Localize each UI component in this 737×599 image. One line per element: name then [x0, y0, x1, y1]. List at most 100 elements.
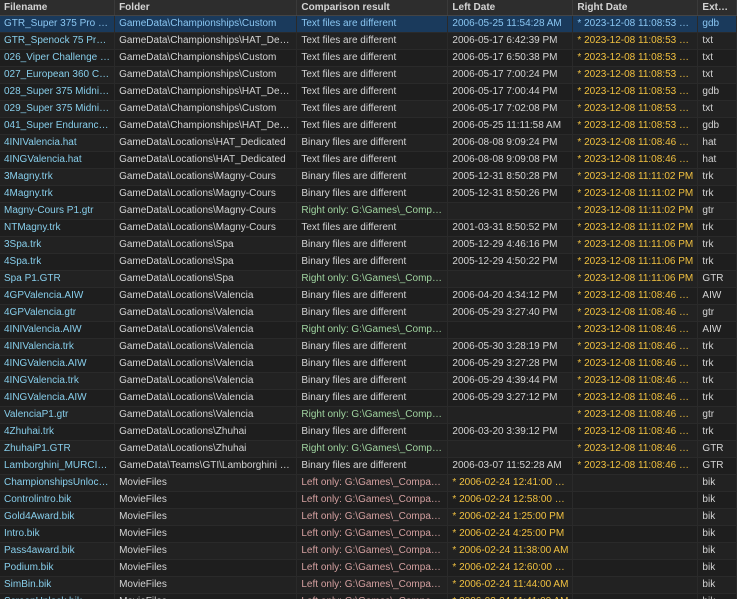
- table-row[interactable]: 4GPValencia.gtr GameData\Locations\Valen…: [0, 305, 737, 322]
- cell-ext: hat: [698, 152, 737, 169]
- cell-folder: GameData\Locations\Magny-Cours: [115, 186, 297, 203]
- cell-comparison: Text files are different: [297, 33, 448, 50]
- cell-folder: GameData\Locations\Valencia: [115, 373, 297, 390]
- table-row[interactable]: Podium.bik MovieFiles Left only: G:\Game…: [0, 560, 737, 577]
- cell-filename: 4GPValencia.gtr: [0, 305, 115, 322]
- cell-rightdate: * 2023-12-08 11:08:53 PM: [573, 50, 698, 67]
- cell-ext: hat: [698, 135, 737, 152]
- cell-leftdate: [448, 441, 573, 458]
- cell-comparison: Right only: G:\Games\_Compare_\GTR2-Stea…: [297, 407, 448, 424]
- cell-filename: SimBin.bik: [0, 577, 115, 594]
- cell-filename: 027_European 360 Champions Cup.txt: [0, 67, 115, 84]
- cell-folder: GameData\Championships\HAT_Dedicated: [115, 33, 297, 50]
- table-row[interactable]: 4INGValencia.AIW GameData\Locations\Vale…: [0, 356, 737, 373]
- col-header-filename[interactable]: Filename: [0, 0, 115, 16]
- table-row[interactable]: Controlintro.bik MovieFiles Left only: G…: [0, 492, 737, 509]
- cell-leftdate: 2006-03-20 3:39:12 PM: [448, 424, 573, 441]
- cell-rightdate: * 2023-12-08 11:11:02 PM: [573, 203, 698, 220]
- table-row[interactable]: 028_Super 375 Midnight Oil.gdb GameData\…: [0, 84, 737, 101]
- table-row[interactable]: NTMagny.trk GameData\Locations\Magny-Cou…: [0, 220, 737, 237]
- cell-folder: GameData\Locations\Zhuhai: [115, 424, 297, 441]
- cell-comparison: Binary files are different: [297, 135, 448, 152]
- table-row[interactable]: 041_Super Endurance Drivers Champ.gdb Ga…: [0, 118, 737, 135]
- cell-rightdate: * 2023-12-08 11:08:53 PM: [573, 84, 698, 101]
- table-row[interactable]: GTR_Spenock 75 Pro Cup.txt GameData\Cham…: [0, 33, 737, 50]
- cell-rightdate: * 2023-12-08 11:08:46 PM: [573, 356, 698, 373]
- cell-filename: Spa P1.GTR: [0, 271, 115, 288]
- table-row[interactable]: 3Spa.trk GameData\Locations\Spa Binary f…: [0, 237, 737, 254]
- cell-ext: trk: [698, 237, 737, 254]
- cell-leftdate: [448, 271, 573, 288]
- table-row[interactable]: 4INGValencia.AIW GameData\Locations\Vale…: [0, 390, 737, 407]
- table-row[interactable]: 4INGValencia.hat GameData\Locations\HAT_…: [0, 152, 737, 169]
- cell-folder: GameData\Locations\Spa: [115, 271, 297, 288]
- cell-rightdate: * 2023-12-08 11:08:53 PM: [573, 101, 698, 118]
- table-row[interactable]: 026_Viper Challenge Masters Cup.txt Game…: [0, 50, 737, 67]
- table-row[interactable]: 027_European 360 Champions Cup.txt GameD…: [0, 67, 737, 84]
- table-row[interactable]: Intro.bik MovieFiles Left only: G:\Games…: [0, 526, 737, 543]
- cell-comparison: Left only: G:\Games\_Compare_\GTR2-DVD-E…: [297, 577, 448, 594]
- table-row[interactable]: ZhuhaiP1.GTR GameData\Locations\Zhuhai R…: [0, 441, 737, 458]
- cell-rightdate: * 2023-12-08 11:08:46 PM: [573, 441, 698, 458]
- cell-ext: trk: [698, 424, 737, 441]
- cell-comparison: Text files are different: [297, 220, 448, 237]
- cell-rightdate: * 2023-12-08 11:08:46 PM: [573, 458, 698, 475]
- col-header-folder[interactable]: Folder: [115, 0, 297, 16]
- cell-ext: trk: [698, 254, 737, 271]
- table-row[interactable]: 029_Super 375 Midnight Oil.txt GameData\…: [0, 101, 737, 118]
- col-header-ext[interactable]: Extension: [698, 0, 737, 16]
- table-row[interactable]: GTR_Super 375 Pro Cup.gdb GameData\Champ…: [0, 16, 737, 33]
- table-row[interactable]: Magny-Cours P1.gtr GameData\Locations\Ma…: [0, 203, 737, 220]
- cell-filename: ScreenUnlock.bik: [0, 594, 115, 599]
- cell-leftdate: 2006-05-29 4:39:44 PM: [448, 373, 573, 390]
- table-row[interactable]: ValenciaP1.gtr GameData\Locations\Valenc…: [0, 407, 737, 424]
- table-row[interactable]: Lamborghini_MURCIELAGO_OBJ.GTR GameData\…: [0, 458, 737, 475]
- file-comparison-table-container[interactable]: Filename Folder Comparison result Left D…: [0, 0, 737, 599]
- table-row[interactable]: 4Magny.trk GameData\Locations\Magny-Cour…: [0, 186, 737, 203]
- table-row[interactable]: ScreenUnlock.bik MovieFiles Left only: G…: [0, 594, 737, 599]
- cell-rightdate: [573, 526, 698, 543]
- table-row[interactable]: 4INGValencia.trk GameData\Locations\Vale…: [0, 373, 737, 390]
- cell-filename: 4GPValencia.AIW: [0, 288, 115, 305]
- cell-rightdate: * 2023-12-08 11:11:02 PM: [573, 186, 698, 203]
- cell-filename: Magny-Cours P1.gtr: [0, 203, 115, 220]
- col-header-comparison[interactable]: Comparison result: [297, 0, 448, 16]
- table-row[interactable]: 4GPValencia.AIW GameData\Locations\Valen…: [0, 288, 737, 305]
- table-row[interactable]: 4INIValencia.AIW GameData\Locations\Vale…: [0, 322, 737, 339]
- col-header-leftdate[interactable]: Left Date: [448, 0, 573, 16]
- table-row[interactable]: 4Spa.trk GameData\Locations\Spa Binary f…: [0, 254, 737, 271]
- table-row[interactable]: 3Magny.trk GameData\Locations\Magny-Cour…: [0, 169, 737, 186]
- table-row[interactable]: 4INIValencia.trk GameData\Locations\Vale…: [0, 339, 737, 356]
- table-row[interactable]: Spa P1.GTR GameData\Locations\Spa Right …: [0, 271, 737, 288]
- table-row[interactable]: 4INIValencia.hat GameData\Locations\HAT_…: [0, 135, 737, 152]
- cell-comparison: Text files are different: [297, 16, 448, 33]
- table-row[interactable]: ChampionshipsUnlock.bik MovieFiles Left …: [0, 475, 737, 492]
- cell-filename: 3Spa.trk: [0, 237, 115, 254]
- cell-comparison: Left only: G:\Games\_Compare_\GTR2-DVD-E…: [297, 475, 448, 492]
- cell-filename: NTMagny.trk: [0, 220, 115, 237]
- cell-leftdate: 2005-12-31 8:50:28 PM: [448, 169, 573, 186]
- table-row[interactable]: Gold4Award.bik MovieFiles Left only: G:\…: [0, 509, 737, 526]
- cell-filename: ChampionshipsUnlock.bik: [0, 475, 115, 492]
- col-header-rightdate[interactable]: Right Date: [573, 0, 698, 16]
- table-row[interactable]: SimBin.bik MovieFiles Left only: G:\Game…: [0, 577, 737, 594]
- cell-comparison: Right only: G:\Games\_Compare_\GTR2-DVD-…: [297, 322, 448, 339]
- cell-filename: Intro.bik: [0, 526, 115, 543]
- cell-leftdate: 2006-05-17 7:02:08 PM: [448, 101, 573, 118]
- cell-rightdate: * 2023-12-08 11:08:53 PM: [573, 118, 698, 135]
- cell-rightdate: * 2023-12-08 11:08:46 PM: [573, 407, 698, 424]
- cell-leftdate: [448, 407, 573, 424]
- cell-rightdate: * 2023-12-08 11:08:46 PM: [573, 152, 698, 169]
- table-row[interactable]: Pass4award.bik MovieFiles Left only: G:\…: [0, 543, 737, 560]
- cell-comparison: Text files are different: [297, 152, 448, 169]
- cell-ext: bik: [698, 526, 737, 543]
- cell-leftdate: 2006-04-20 4:34:12 PM: [448, 288, 573, 305]
- cell-comparison: Left only: G:\Games\_Compare_\GTR2-DVD-E…: [297, 509, 448, 526]
- cell-folder: MovieFiles: [115, 526, 297, 543]
- cell-folder: GameData\Championships\HAT_Dedicated: [115, 84, 297, 101]
- cell-comparison: Right only: G:\Games\_Compare_\GTR2-Stea…: [297, 271, 448, 288]
- file-comparison-table: Filename Folder Comparison result Left D…: [0, 0, 737, 599]
- table-row[interactable]: 4Zhuhai.trk GameData\Locations\Zhuhai Bi…: [0, 424, 737, 441]
- cell-folder: GameData\Locations\Magny-Cours: [115, 169, 297, 186]
- cell-comparison: Left only: G:\Games\_Compare_\GTR2-DVD-E…: [297, 594, 448, 599]
